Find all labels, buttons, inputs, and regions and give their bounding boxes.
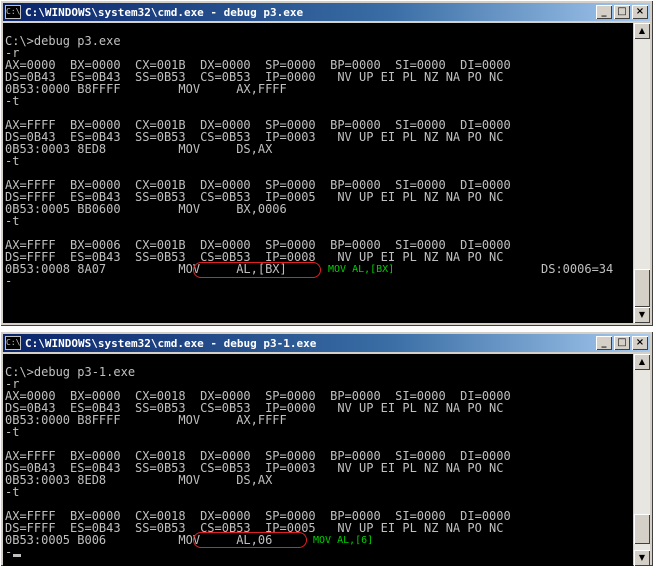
console-text-1: C:\>debug p3.exe -r AX=0000 BX=0000 CX=001…: [3, 23, 633, 287]
minimize-button[interactable]: _: [596, 336, 612, 350]
maximize-button[interactable]: □: [614, 336, 630, 350]
scrollbar-1[interactable]: ▲ ▼: [634, 23, 650, 323]
text-cursor: [13, 554, 21, 557]
highlight-ellipse-2: [193, 532, 307, 548]
cmd-icon[interactable]: C:\: [5, 336, 21, 350]
scroll-thumb-1[interactable]: [634, 269, 650, 307]
maximize-button[interactable]: □: [614, 5, 630, 19]
window-title-1: C:\WINDOWS\system32\cmd.exe - debug p3.e…: [25, 5, 304, 19]
scroll-thumb-2[interactable]: [634, 514, 650, 544]
console-line: 0B53:0003 8ED8 MOV DS,AX: [5, 473, 273, 487]
highlight-ellipse-1: [193, 262, 321, 278]
close-button[interactable]: ×: [632, 5, 648, 19]
annotation-2: MOV AL,[6]: [313, 535, 374, 546]
console-window-1: C:\ C:\WINDOWS\system32\cmd.exe - debug …: [0, 0, 653, 326]
ds-value: DS:0006=34: [541, 262, 614, 276]
title-bar-2[interactable]: C:\ C:\WINDOWS\system32\cmd.exe - debug …: [3, 334, 650, 352]
console-line: -: [5, 274, 13, 288]
console-text-2: C:\>debug p3-1.exe -r AX=0000 BX=0000 CX=0…: [3, 354, 633, 558]
console-line: C:\>debug p3.exe: [5, 34, 121, 48]
console-line: 0B53:0000 B8FFFF MOV AX,FFFF: [5, 413, 287, 427]
console-line: 0B53:0003 8ED8 MOV DS,AX: [5, 142, 273, 156]
cmd-icon[interactable]: C:\: [5, 5, 21, 19]
minimize-button[interactable]: _: [596, 5, 612, 19]
console-line: -t: [5, 214, 20, 228]
console-line: -: [5, 545, 13, 559]
scroll-up-icon[interactable]: ▲: [634, 23, 650, 39]
close-button[interactable]: ×: [632, 336, 648, 350]
title-bar-1[interactable]: C:\ C:\WINDOWS\system32\cmd.exe - debug …: [3, 3, 650, 21]
console-line: -t: [5, 485, 20, 499]
scroll-down-icon[interactable]: ▼: [634, 550, 650, 566]
scrollbar-2[interactable]: ▲ ▼: [634, 354, 650, 566]
console-output-1[interactable]: C:\>debug p3.exe -r AX=0000 BX=0000 CX=001…: [3, 23, 633, 323]
console-line: -t: [5, 94, 20, 108]
console-line: C:\>debug p3-1.exe: [5, 365, 136, 379]
console-line: -t: [5, 425, 20, 439]
console-window-2: C:\ C:\WINDOWS\system32\cmd.exe - debug …: [0, 331, 653, 566]
console-line: -t: [5, 154, 20, 168]
console-line: 0B53:0005 BB0600 MOV BX,0006: [5, 202, 287, 216]
window-title-2: C:\WINDOWS\system32\cmd.exe - debug p3-1…: [25, 336, 317, 350]
scroll-down-icon[interactable]: ▼: [634, 307, 650, 323]
scroll-up-icon[interactable]: ▲: [634, 354, 650, 370]
console-output-2[interactable]: C:\>debug p3-1.exe -r AX=0000 BX=0000 CX=0…: [3, 354, 633, 566]
annotation-1: MOV AL,[BX]: [328, 264, 395, 275]
console-line: 0B53:0000 B8FFFF MOV AX,FFFF: [5, 82, 287, 96]
